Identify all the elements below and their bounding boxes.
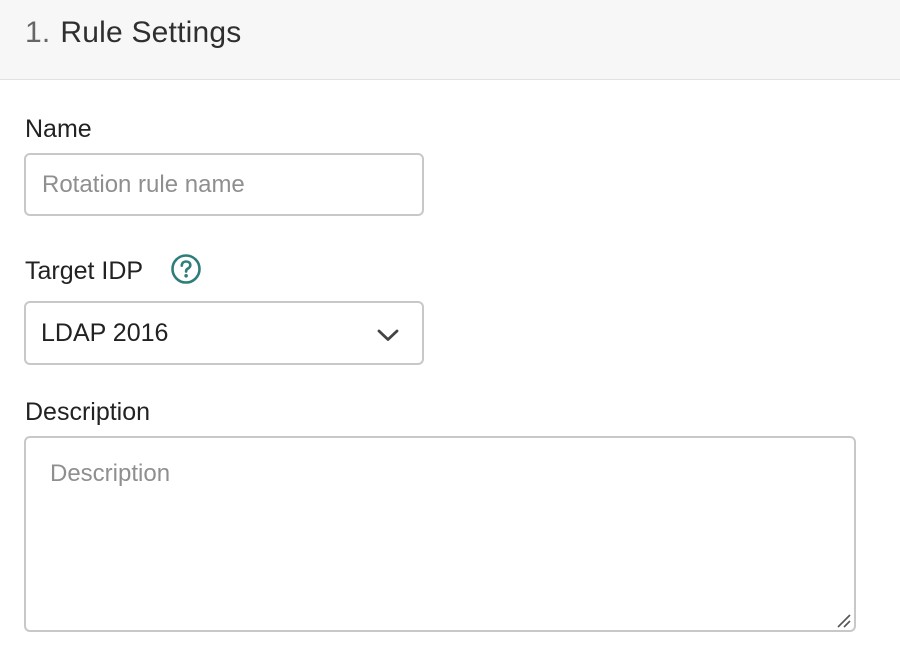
- target-idp-selected-value: LDAP 2016: [41, 319, 169, 347]
- target-idp-select[interactable]: LDAP 2016: [24, 301, 424, 365]
- section-header: 1. Rule Settings: [0, 0, 900, 80]
- section-number: 1.: [25, 16, 51, 49]
- target-idp-label: Target IDP: [25, 257, 144, 285]
- resize-handle-icon[interactable]: [834, 611, 852, 629]
- section-title-text: Rule Settings: [60, 16, 242, 49]
- name-input[interactable]: [24, 153, 424, 216]
- description-textarea[interactable]: [24, 436, 856, 632]
- question-circle-icon[interactable]: [170, 253, 202, 285]
- section-title: 1. Rule Settings: [25, 14, 241, 52]
- description-label: Description: [25, 398, 151, 426]
- name-label: Name: [25, 115, 92, 143]
- chevron-down-icon: [377, 329, 399, 341]
